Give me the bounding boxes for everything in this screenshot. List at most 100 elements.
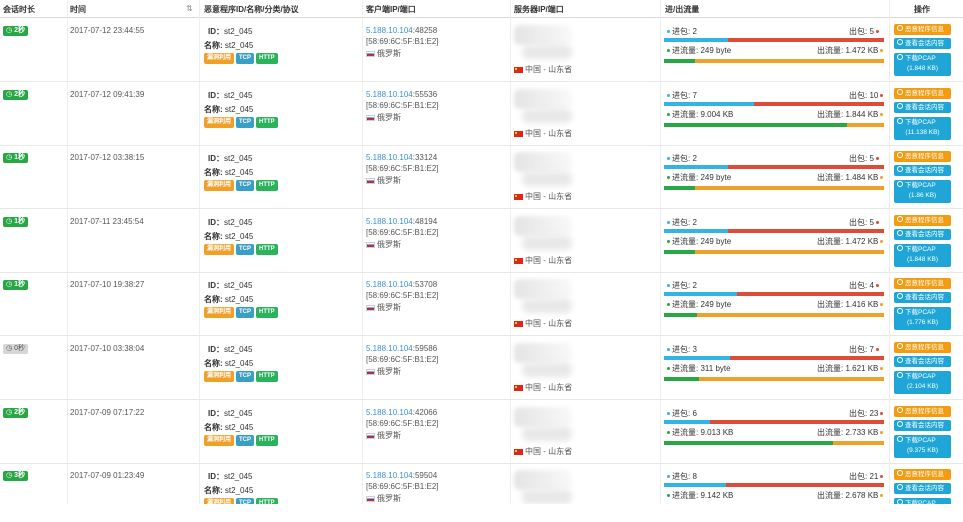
sort-icon[interactable]: ⇅ — [186, 4, 193, 13]
session-time: 2017-07-11 23:45:54 — [70, 217, 144, 226]
malware-id: ID：st2_045 — [208, 27, 253, 36]
download-pcap-button[interactable]: 下载PCAP — [894, 498, 951, 504]
duration-badge: ◷ 2秒 — [3, 26, 28, 36]
tag-app-protocol: HTTP — [256, 244, 278, 255]
header-traffic[interactable]: 进/出流量 — [665, 4, 699, 15]
malware-info-button[interactable]: 恶意程序信息 — [894, 24, 951, 35]
download-pcap-button[interactable]: 下载PCAP (1.848 KB) — [894, 53, 951, 76]
packets-out-segment — [727, 38, 884, 42]
client-ip[interactable]: 5.188.10.104:55536 — [366, 90, 437, 99]
header-client[interactable]: 客户端IP/端口 — [366, 4, 416, 15]
table-row[interactable]: ◷ 1秒 2017-07-11 23:45:54 ID：st2_045 名称: … — [0, 210, 963, 273]
download-icon — [897, 372, 903, 379]
table-row[interactable]: ◷ 1秒 2017-07-10 19:38:27 ID：st2_045 名称: … — [0, 273, 963, 336]
download-pcap-button[interactable]: 下载PCAP (2.104 KB) — [894, 371, 951, 394]
client-country: 俄罗斯 — [366, 366, 401, 377]
malware-info-button[interactable]: 恶意程序信息 — [894, 278, 951, 289]
info-icon — [897, 89, 903, 96]
view-session-button[interactable]: 查看会话内容 — [894, 292, 951, 303]
header-server[interactable]: 服务器IP/端口 — [514, 4, 564, 15]
table-row[interactable]: ◷ 3秒 2017-07-09 01:23:49 ID：st2_045 名称: … — [0, 464, 963, 504]
bytes-in-segment — [664, 250, 695, 254]
view-session-button[interactable]: 查看会话内容 — [894, 420, 951, 431]
view-session-button[interactable]: 查看会话内容 — [894, 483, 951, 494]
client-ip[interactable]: 5.188.10.104:33124 — [366, 153, 437, 162]
client-ip[interactable]: 5.188.10.104:48258 — [366, 26, 437, 35]
table-row[interactable]: ◷ 2秒 2017-07-12 09:41:39 ID：st2_045 名称: … — [0, 83, 963, 146]
download-pcap-button[interactable]: 下载PCAP (9.375 KB) — [894, 435, 951, 458]
packets-out-segment — [727, 165, 884, 169]
dot-icon — [667, 475, 670, 479]
download-pcap-button[interactable]: 下载PCAP (11.138 KB) — [894, 117, 951, 140]
redacted-server-port — [522, 45, 572, 59]
malware-info-button[interactable]: 恶意程序信息 — [894, 215, 951, 226]
download-icon — [897, 118, 903, 125]
malware-info-button[interactable]: 恶意程序信息 — [894, 88, 951, 99]
dot-icon — [880, 367, 884, 371]
client-ip[interactable]: 5.188.10.104:42066 — [366, 408, 437, 417]
header-malware[interactable]: 恶意程序ID/名称/分类/协议 — [204, 4, 299, 15]
clock-icon: ◷ — [6, 27, 13, 34]
tag-app-protocol: HTTP — [256, 180, 278, 191]
table-row[interactable]: ◷ 1秒 2017-07-12 03:38:15 ID：st2_045 名称: … — [0, 146, 963, 209]
dot-icon — [875, 157, 879, 161]
clock-icon: ◷ — [6, 345, 13, 352]
info-icon — [897, 343, 903, 350]
client-country: 俄罗斯 — [366, 239, 401, 250]
download-pcap-button[interactable]: 下载PCAP (1.86 KB) — [894, 180, 951, 203]
malware-info-button[interactable]: 恶意程序信息 — [894, 469, 951, 480]
dot-icon — [880, 94, 884, 98]
dot-icon — [880, 303, 884, 307]
clock-icon: ◷ — [6, 91, 13, 98]
packets-out: 出包: 5 — [849, 217, 881, 228]
client-country: 俄罗斯 — [366, 430, 401, 441]
header-time[interactable]: 时间 — [70, 4, 86, 15]
session-time: 2017-07-12 09:41:39 — [70, 90, 145, 99]
view-session-button[interactable]: 查看会话内容 — [894, 356, 951, 367]
table-row[interactable]: ◷ 2秒 2017-07-09 07:17:22 ID：st2_045 名称: … — [0, 401, 963, 464]
packet-ratio-bar — [664, 38, 884, 42]
tag-protocol: TCP — [236, 180, 255, 191]
tag-protocol: TCP — [236, 53, 255, 64]
info-icon — [897, 279, 903, 286]
client-ip[interactable]: 5.188.10.104:59586 — [366, 344, 437, 353]
header-duration[interactable]: 会话时长 — [3, 4, 35, 15]
client-mac: [58:69:6C:5F:B1:E2] — [366, 101, 439, 110]
malware-info-button[interactable]: 恶意程序信息 — [894, 406, 951, 417]
russia-flag-icon — [366, 177, 375, 184]
view-session-button[interactable]: 查看会话内容 — [894, 38, 951, 49]
client-ip[interactable]: 5.188.10.104:59504 — [366, 471, 437, 480]
tag-exploit: 漏洞利用 — [204, 307, 235, 318]
packets-in: 进包: 2 — [665, 217, 697, 228]
client-mac: [58:69:6C:5F:B1:E2] — [366, 482, 439, 491]
tag-protocol: TCP — [236, 435, 255, 446]
view-session-button[interactable]: 查看会话内容 — [894, 165, 951, 176]
table-row[interactable]: ◷ 2秒 2017-07-12 23:44:55 ID：st2_045 名称: … — [0, 19, 963, 82]
packet-ratio-bar — [664, 229, 884, 233]
dot-icon — [875, 30, 879, 34]
download-pcap-button[interactable]: 下载PCAP (1.776 KB) — [894, 307, 951, 330]
bytes-out: 出流量: 1.621 KB — [817, 363, 885, 374]
malware-tags: 漏洞利用 TCP HTTP — [204, 498, 280, 504]
download-pcap-button[interactable]: 下载PCAP (1.848 KB) — [894, 244, 951, 267]
table-row[interactable]: ◷ 0秒 2017-07-10 03:38:04 ID：st2_045 名称: … — [0, 337, 963, 400]
view-session-button[interactable]: 查看会话内容 — [894, 229, 951, 240]
table-header: 会话时长 时间 ⇅ 恶意程序ID/名称/分类/协议 客户端IP/端口 服务器IP… — [0, 0, 963, 18]
china-flag-icon — [514, 448, 523, 455]
client-ip[interactable]: 5.188.10.104:48194 — [366, 217, 437, 226]
duration-badge: ◷ 1秒 — [3, 153, 28, 163]
client-ip[interactable]: 5.188.10.104:53708 — [366, 280, 437, 289]
china-flag-icon — [514, 320, 523, 327]
packets-in-segment — [664, 292, 737, 296]
session-time: 2017-07-09 07:17:22 — [70, 408, 145, 417]
bytes-in-segment — [664, 186, 695, 190]
dot-icon — [667, 176, 670, 180]
view-session-button[interactable]: 查看会话内容 — [894, 102, 951, 113]
malware-info-button[interactable]: 恶意程序信息 — [894, 342, 951, 353]
client-country: 俄罗斯 — [366, 493, 401, 504]
pcap-size: (1.86 KB) — [908, 192, 937, 199]
clock-icon: ◷ — [6, 281, 13, 288]
tag-protocol: TCP — [236, 244, 255, 255]
malware-info-button[interactable]: 恶意程序信息 — [894, 151, 951, 162]
download-icon — [897, 436, 903, 443]
